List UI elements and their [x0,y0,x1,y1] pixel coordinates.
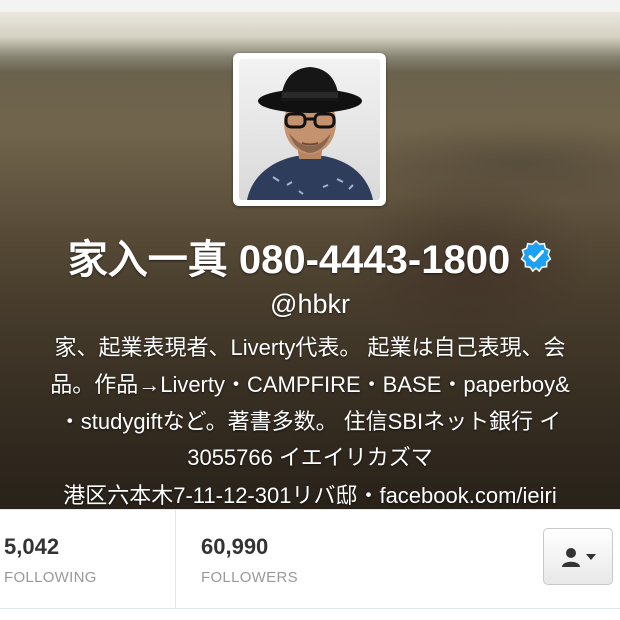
profile-header: 家入一真 080-4443-1800 @hbkr 家、起業表現者、Liverty… [0,12,620,509]
verified-badge-icon [520,240,552,272]
caret-down-icon [586,553,596,560]
profile-avatar[interactable] [233,53,386,206]
profile-name-row: 家入一真 080-4443-1800 [0,230,620,282]
profile-stats-bar: 5,042 FOLLOWING 60,990 FOLLOWERS [0,509,620,609]
profile-handle[interactable]: @hbkr [0,289,620,320]
bio-line: 3055766 イエイリカズマ [187,445,433,470]
bio-line: 家、起業表現者、Liverty代表。 起業は自己表現、会 [54,335,566,360]
followers-label: FOLLOWERS [201,569,298,586]
bio-line: 品。作品→Liverty・CAMPFIRE・BASE・paperboy& [50,372,570,397]
following-stat[interactable]: 5,042 FOLLOWING [0,510,176,608]
avatar-image [239,59,380,200]
top-strip [0,0,620,12]
user-actions-button[interactable] [543,528,613,585]
bio-line: ・studygiftなど。著書多数。 住信SBIネット銀行 イ [58,409,562,434]
person-icon [562,547,580,567]
followers-stat[interactable]: 60,990 FOLLOWERS [176,510,351,608]
profile-name: 家入一真 080-4443-1800 [67,238,511,282]
followers-count: 60,990 [201,534,269,559]
following-label: FOLLOWING [4,569,97,586]
following-count: 5,042 [4,534,60,559]
bio-line-location: 港区六本木7-11-12-301リバ邸・facebook.com/ieiri [63,483,557,508]
